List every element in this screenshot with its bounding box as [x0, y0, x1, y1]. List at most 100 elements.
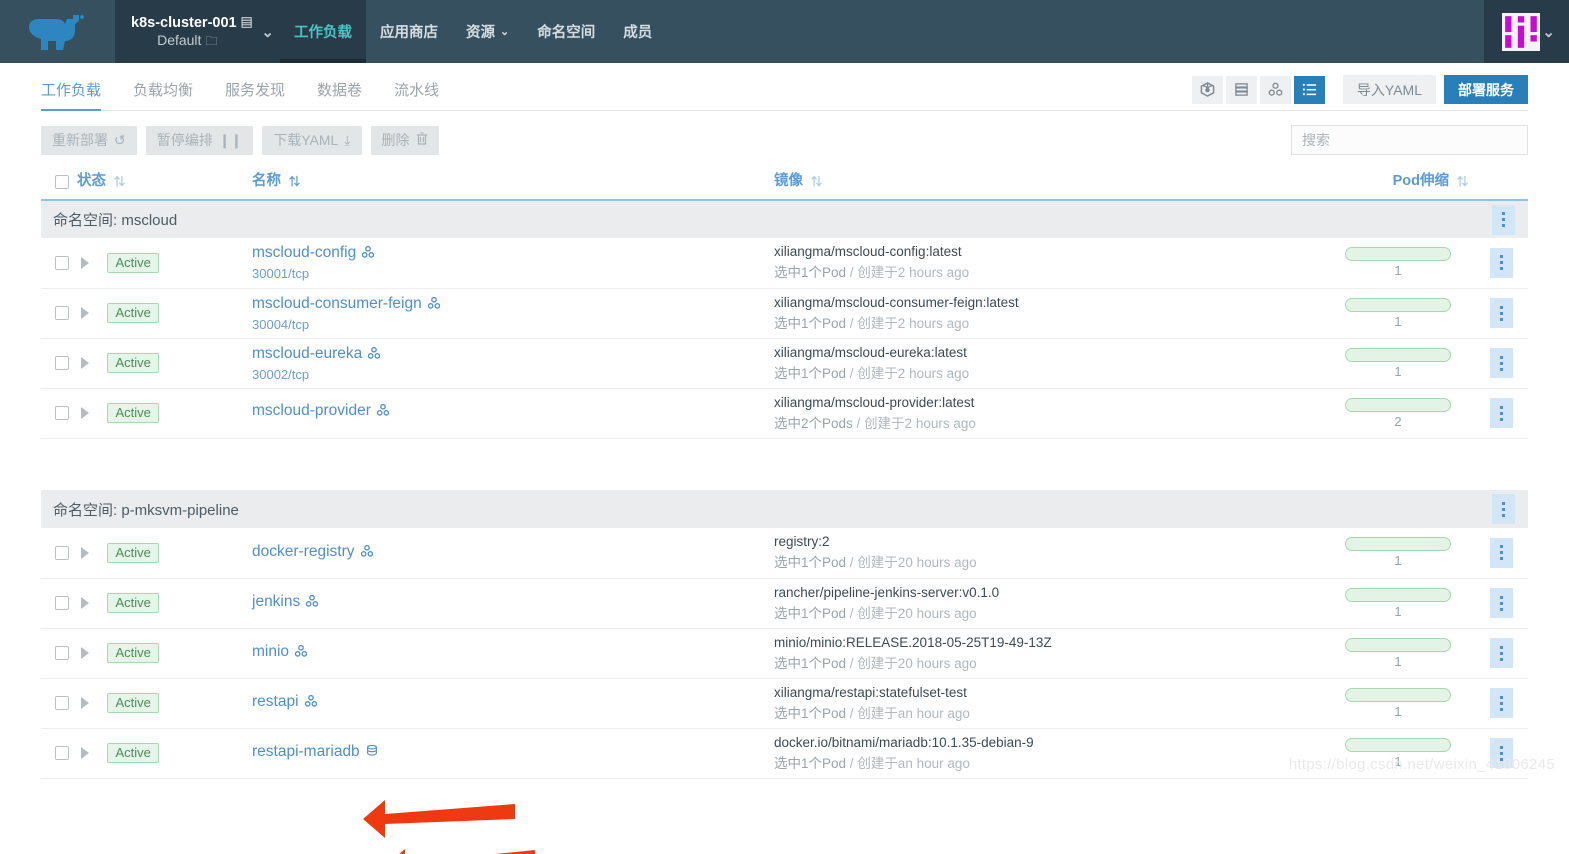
pod-scale-bar[interactable] [1345, 737, 1451, 752]
row-kebab-menu[interactable] [1489, 398, 1513, 428]
tab-workloads[interactable]: 工作负载 [41, 79, 119, 111]
workload-link[interactable]: jenkins [252, 593, 300, 610]
row-kebab-menu[interactable] [1489, 298, 1513, 328]
namespace-kebab-menu[interactable] [1491, 204, 1515, 235]
workload-ports: 30004/tcp [252, 316, 310, 332]
import-yaml-button[interactable]: 导入YAML [1342, 75, 1436, 104]
row-kebab-menu[interactable] [1489, 638, 1513, 668]
table-row[interactable]: Active mscloud-provider xiliangma/msclou… [41, 388, 1528, 439]
tab-service-discovery[interactable]: 服务发现 [225, 79, 303, 110]
select-all-cell [41, 169, 77, 200]
nav-tab-members[interactable]: 成员 [609, 0, 666, 63]
row-select-cell [41, 628, 77, 679]
search-input[interactable] [1291, 125, 1528, 155]
workload-link[interactable]: restapi-mariadb [252, 743, 360, 760]
delete-button[interactable]: 删除 [370, 125, 439, 155]
row-checkbox[interactable] [55, 645, 69, 660]
header-name[interactable]: 名称 ⇅ [252, 169, 774, 200]
namespace-name: p-mksvm-pipeline [121, 501, 239, 519]
row-kebab-menu[interactable] [1489, 348, 1513, 378]
workload-link[interactable]: docker-registry [252, 543, 355, 560]
row-kebab-menu[interactable] [1489, 588, 1513, 618]
expand-row-triangle-icon[interactable] [81, 407, 89, 419]
view-mode-nodes-button[interactable] [1225, 75, 1257, 104]
nav-tab-namespaces[interactable]: 命名空间 [523, 0, 609, 63]
nav-tab-workloads[interactable]: 工作负载 [280, 0, 366, 63]
expand-row-triangle-icon[interactable] [81, 256, 89, 269]
tab-load-balancing[interactable]: 负载均衡 [133, 79, 211, 110]
row-checkbox[interactable] [55, 695, 69, 710]
pod-scale-bar[interactable] [1345, 247, 1451, 262]
row-checkbox[interactable] [55, 545, 69, 560]
workload-link[interactable]: mscloud-provider [252, 402, 371, 419]
pod-count-text: 选中1个Pod [774, 265, 847, 281]
workload-link[interactable]: restapi [252, 693, 299, 710]
chevron-down-icon[interactable]: ⌄ [259, 23, 274, 41]
workload-name: docker-registry [252, 542, 355, 560]
nav-tab-app-store[interactable]: 应用商店 [366, 0, 452, 63]
tab-pipelines[interactable]: 流水线 [394, 79, 457, 110]
redeploy-button[interactable]: 重新部署 ↺ [41, 125, 137, 155]
pod-scale-bar[interactable] [1345, 297, 1451, 312]
row-checkbox[interactable] [55, 255, 69, 270]
expand-row-triangle-icon[interactable] [81, 597, 89, 609]
expand-row-triangle-icon[interactable] [81, 697, 89, 709]
namespace-kebab-menu[interactable] [1491, 494, 1515, 524]
row-checkbox[interactable] [55, 405, 69, 420]
table-row[interactable]: Active mscloud-consumer-feign 30004/tcp … [41, 288, 1528, 339]
redo-icon: ↺ [114, 131, 126, 148]
workload-link[interactable]: mscloud-eureka [252, 345, 362, 362]
view-mode-workload-button[interactable] [1259, 75, 1291, 104]
expand-row-triangle-icon[interactable] [81, 357, 89, 369]
cluster-selector[interactable]: k8s-cluster-001 ▤ Default 🗀 ⌄ [115, 0, 280, 63]
table-row[interactable]: Active mscloud-config 30001/tcp xiliangm… [41, 238, 1528, 289]
header-pod-scale[interactable]: Pod伸缩 ⇅ [1322, 169, 1474, 200]
row-kebab-menu[interactable] [1489, 688, 1513, 718]
pod-scale-bar[interactable] [1345, 537, 1451, 552]
row-checkbox[interactable] [55, 305, 69, 320]
expand-row-triangle-icon[interactable] [81, 546, 89, 559]
select-all-checkbox[interactable] [55, 175, 69, 190]
workload-link[interactable]: minio [252, 643, 289, 660]
pod-scale-bar[interactable] [1345, 687, 1451, 702]
deploy-service-button[interactable]: 部署服务 [1444, 75, 1528, 104]
row-status-cell: Active [77, 628, 252, 679]
row-checkbox[interactable] [55, 595, 69, 610]
pod-scale-bar[interactable] [1345, 587, 1451, 602]
rancher-cow-logo[interactable] [0, 0, 115, 63]
meta-separator: / [856, 415, 865, 431]
image-meta: 选中1个Pod / 创建于2 hours ago [774, 312, 1322, 332]
expand-row-triangle-icon[interactable] [81, 647, 89, 659]
row-scale-cell: 1 [1322, 338, 1474, 389]
image-name: rancher/pipeline-jenkins-server:v0.1.0 [774, 584, 1000, 600]
table-row[interactable]: Active minio minio/minio:RELEASE.2018-05… [41, 628, 1528, 679]
header-label: 名称 [252, 173, 281, 189]
row-image-cell: xiliangma/mscloud-config:latest 选中1个Pod … [774, 238, 1322, 289]
view-mode-list-button[interactable] [1293, 75, 1325, 104]
row-checkbox[interactable] [55, 745, 69, 760]
view-mode-cube-button[interactable] [1191, 75, 1223, 104]
pod-scale-bar[interactable] [1345, 637, 1451, 652]
row-checkbox[interactable] [55, 355, 69, 370]
pod-scale-bar[interactable] [1345, 347, 1451, 362]
table-row[interactable]: Active mscloud-eureka 30002/tcp xiliangm… [41, 338, 1528, 389]
pod-scale-bar[interactable] [1345, 397, 1451, 412]
header-status[interactable]: 状态 ⇅ [77, 169, 252, 200]
workload-link[interactable]: mscloud-consumer-feign [252, 295, 422, 312]
header-image[interactable]: 镜像 ⇅ [774, 169, 1322, 200]
chevron-down-icon[interactable]: ⌄ [1540, 23, 1555, 41]
table-row[interactable]: Active jenkins rancher/pipeline-jenkins-… [41, 578, 1528, 629]
expand-row-triangle-icon[interactable] [81, 747, 89, 759]
tab-volumes[interactable]: 数据卷 [317, 79, 380, 110]
row-kebab-menu[interactable] [1489, 247, 1513, 278]
row-kebab-menu[interactable] [1489, 537, 1513, 568]
nav-tab-resources[interactable]: 资源 ⌄ [452, 0, 523, 63]
expand-row-triangle-icon[interactable] [81, 307, 89, 319]
download-yaml-button[interactable]: 下载YAML ⤓ [262, 125, 362, 155]
table-row[interactable]: Active docker-registry registry:2 选中1个Po… [41, 528, 1528, 579]
table-row[interactable]: Active restapi xiliangma/restapi:statefu… [41, 678, 1528, 729]
row-select-cell [41, 528, 77, 579]
workload-link[interactable]: mscloud-config [252, 244, 356, 261]
user-menu[interactable]: ⌄ [1484, 0, 1569, 63]
pause-orchestration-button[interactable]: 暂停编排 ❙❙ [145, 125, 254, 155]
